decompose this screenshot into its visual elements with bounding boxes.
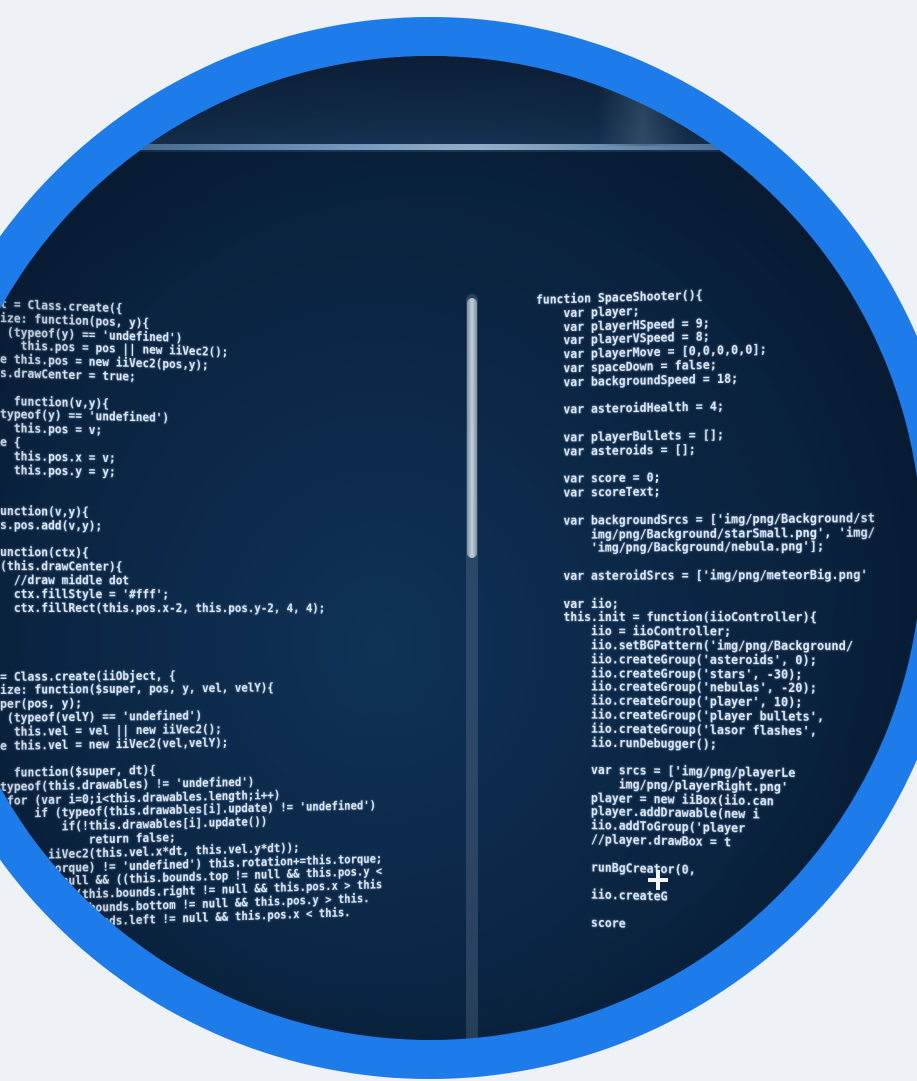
code-line: unction(v,y){ (0, 503, 89, 519)
code-line: var asteroidSrcs = ['img/png/meteorBig.p… (536, 567, 868, 583)
code-line: //player.drawBox = t (536, 831, 732, 850)
monitor-edge-highlight (0, 144, 917, 150)
code-line: //draw middle dot (0, 572, 130, 588)
code-line: s.drawCenter = true; (0, 365, 136, 384)
code-line: per(pos, y); (0, 696, 82, 712)
code-line: score (536, 913, 626, 931)
code-line: var iio; (536, 596, 619, 611)
code-line: iio = iioController; (536, 624, 732, 639)
code-line: var scoreText; (536, 484, 661, 501)
hero-image: t = Class.create({ ize: function(pos, y)… (0, 0, 917, 1081)
code-line: (this.drawCenter){ (0, 559, 123, 574)
crosshair-cursor-icon (648, 870, 668, 890)
code-line: this.init = function(iioController){ (536, 610, 817, 625)
code-line: this.pos.y = y; (0, 462, 116, 479)
code-line: unction(ctx){ (0, 545, 89, 560)
code-line: var asteroidHealth = 4; (536, 399, 724, 418)
monitor-bezel-shade (598, 56, 688, 146)
code-line: ctx.fillStyle = '#fff'; (0, 586, 170, 602)
code-panel-right: function SpaceShooter(){ var player; var… (536, 284, 875, 940)
code-line: 'img/png/Background/nebula.png']; (536, 539, 825, 556)
code-line: iio.runDebugger(); (536, 734, 717, 751)
code-screen-photo: t = Class.create({ ize: function(pos, y)… (0, 56, 917, 1040)
code-panel-left: t = Class.create({ ize: function(pos, y)… (0, 297, 382, 933)
code-line: e { (0, 434, 21, 450)
code-line: s.pos.add(v,y); (0, 517, 103, 533)
scrollbar-thumb (467, 298, 477, 558)
code-line: runBgCreator(0, (536, 858, 696, 877)
code-line: e this.vel = new iiVec2(vel,velY); (0, 735, 229, 753)
code-line: iio.setBGPattern('img/png/Background/ (536, 637, 854, 654)
code-line: var asteroids = []; (536, 442, 696, 459)
code-line: ize: function($super, pos, y, vel, velY)… (0, 681, 274, 698)
monitor-bezel (0, 56, 917, 152)
code-line: ctx.fillRect(this.pos.x-2, this.pos.y-2,… (0, 600, 326, 615)
